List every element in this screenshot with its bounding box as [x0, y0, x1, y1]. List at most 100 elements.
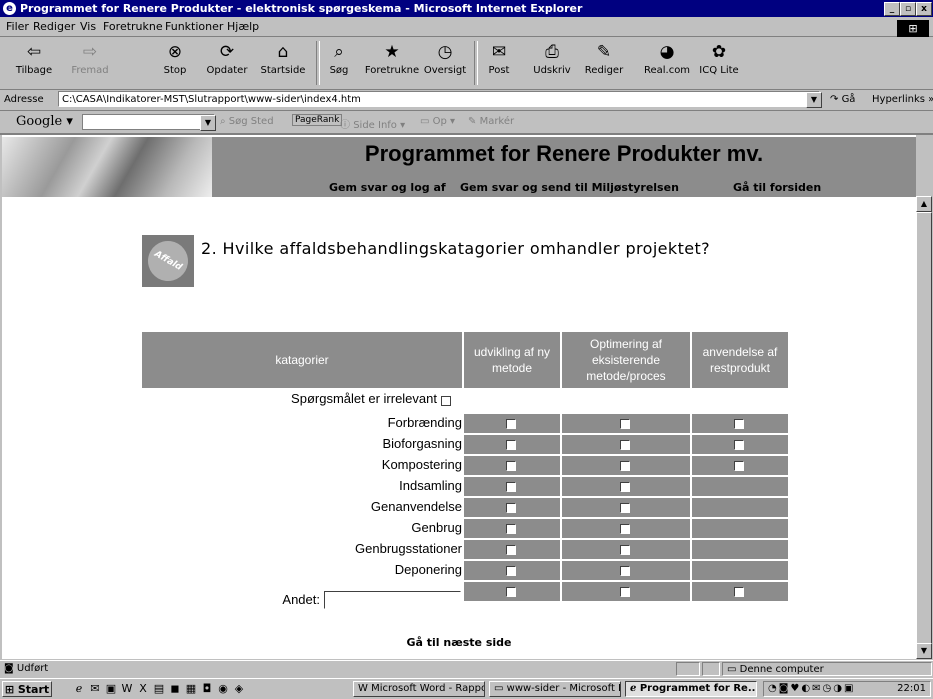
menu-rediger[interactable]: Rediger [33, 20, 75, 33]
stop-icon: ⊗ [167, 42, 183, 62]
row-1-checkbox-2[interactable] [620, 419, 630, 429]
row-6-checkbox-2[interactable] [620, 524, 630, 534]
other-text-input[interactable] [324, 591, 461, 609]
highlight-button[interactable]: ✎ Markér [468, 116, 514, 127]
next-page-link[interactable]: Gå til næste side [2, 636, 916, 649]
google-toolbar: Google ▾ ▼ ⌕ Søg Sted PageRank ⓘ Side In… [0, 111, 933, 135]
row-5-checkbox-1[interactable] [506, 503, 516, 513]
icq-icon: ✿ [711, 42, 727, 62]
search-button[interactable]: ⌕ Søg [322, 39, 356, 87]
row-7-checkbox-2[interactable] [620, 545, 630, 555]
start-button[interactable]: ⊞ Start [2, 681, 52, 697]
realcom-button[interactable]: ◕ Real.com [642, 39, 692, 87]
site-title: Programmet for Renere Produkter mv. [364, 141, 764, 166]
maximize-button[interactable]: ▫ [900, 2, 916, 16]
menu-filer[interactable]: Filer [6, 20, 29, 33]
up-button[interactable]: ▭ Op ▾ [420, 116, 455, 127]
scroll-up-button[interactable]: ▲ [916, 196, 932, 212]
word-quicklaunch-icon[interactable]: W [120, 682, 134, 696]
google-search-dropdown[interactable]: ▼ [200, 115, 216, 131]
edit-button-label: Rediger [584, 65, 624, 76]
nav-save-logout-link[interactable]: Gem svar og log af [329, 181, 446, 194]
back-button[interactable]: ⇦ Tilbage [12, 39, 56, 87]
forward-button[interactable]: ⇨ Fremad [70, 39, 110, 87]
task-ie-active[interactable]: ℯ Programmet for Re... [625, 681, 757, 697]
google-logo[interactable]: Google ▾ [16, 114, 73, 129]
row-4-cell-1 [464, 477, 560, 496]
row-2-checkbox-1[interactable] [506, 440, 516, 450]
favorites-button[interactable]: ★ Foretrukne [362, 39, 422, 87]
row-8-cell-3 [692, 561, 788, 580]
ie-quicklaunch-icon[interactable]: ℯ [72, 682, 86, 696]
nav-save-send-link[interactable]: Gem svar og send til Miljøstyrelsen [460, 181, 679, 194]
edit-button[interactable]: ✎ Rediger [582, 39, 626, 87]
window-title-bar[interactable]: e Programmet for Renere Produkter - elek… [0, 0, 933, 17]
menu-foretrukne[interactable]: Foretrukne [103, 20, 163, 33]
excel-quicklaunch-icon[interactable]: X [136, 682, 150, 696]
close-button[interactable]: x [916, 2, 932, 16]
row-4-checkbox-2[interactable] [620, 482, 630, 492]
home-button[interactable]: ⌂ Startside [258, 39, 308, 87]
row-3-checkbox-1[interactable] [506, 461, 516, 471]
stop-button[interactable]: ⊗ Stop [158, 39, 192, 87]
minimize-button[interactable]: _ [884, 2, 900, 16]
nav-frontpage-link[interactable]: Gå til forsiden [733, 181, 821, 194]
row-other-checkbox-1[interactable] [506, 587, 516, 597]
row-2-checkbox-3[interactable] [734, 440, 744, 450]
task-word[interactable]: W Microsoft Word - Rappo... [353, 681, 485, 697]
desktop-quicklaunch-icon[interactable]: ▣ [104, 682, 118, 696]
row-5-checkbox-2[interactable] [620, 503, 630, 513]
header-categories: katagorier [142, 332, 462, 388]
address-input[interactable]: C:\CASA\Indikatorer-MST\Slutrapport\www-… [58, 91, 820, 107]
row-3-checkbox-2[interactable] [620, 461, 630, 471]
row-6-checkbox-1[interactable] [506, 524, 516, 534]
start-button-label: Start [17, 683, 50, 696]
app-quicklaunch-icon[interactable]: ▤ [152, 682, 166, 696]
irrelevant-checkbox[interactable] [441, 396, 451, 406]
tray-icons[interactable]: ◔◙♥◐✉◷◑▣ [768, 682, 855, 696]
row-3-cell-2 [562, 456, 690, 475]
outlook-quicklaunch-icon[interactable]: ✉ [88, 682, 102, 696]
row-8-checkbox-1[interactable] [506, 566, 516, 576]
row-1-checkbox-3[interactable] [734, 419, 744, 429]
menu-vis[interactable]: Vis [80, 20, 96, 33]
row-7-cell-1 [464, 540, 560, 559]
row-2-checkbox-2[interactable] [620, 440, 630, 450]
app-quicklaunch-icon[interactable]: ◼ [168, 682, 182, 696]
mail-button[interactable]: ✉ Post [482, 39, 516, 87]
links-button[interactable]: Hyperlinks » [872, 94, 933, 105]
refresh-button-label: Opdater [206, 65, 248, 76]
row-4-checkbox-1[interactable] [506, 482, 516, 492]
app-quicklaunch-icon[interactable]: ◈ [232, 682, 246, 696]
row-1-checkbox-1[interactable] [506, 419, 516, 429]
page-info-label: Side Info [353, 120, 397, 131]
row-other-checkbox-3[interactable] [734, 587, 744, 597]
home-icon: ⌂ [277, 42, 289, 62]
print-icon: ⎙ [545, 42, 559, 62]
go-button[interactable]: ↷ Gå [830, 94, 855, 105]
page-info-button[interactable]: ⓘ Side Info ▾ [340, 116, 405, 131]
google-search-site-button[interactable]: ⌕ Søg Sted [220, 116, 274, 127]
row-other-checkbox-2[interactable] [620, 587, 630, 597]
scroll-thumb[interactable] [916, 212, 932, 644]
app-quicklaunch-icon[interactable]: ▦ [184, 682, 198, 696]
task-explorer[interactable]: ▭ www-sider - Microsoft In... [489, 681, 621, 697]
menu-hjaelp[interactable]: Hjælp [227, 20, 259, 33]
app-quicklaunch-icon[interactable]: ◉ [216, 682, 230, 696]
history-button[interactable]: ◷ Oversigt [422, 39, 468, 87]
row-3-checkbox-3[interactable] [734, 461, 744, 471]
forward-button-label: Fremad [71, 65, 109, 76]
row-8-checkbox-2[interactable] [620, 566, 630, 576]
app-quicklaunch-icon[interactable]: ◘ [200, 682, 214, 696]
scroll-down-button[interactable]: ▼ [916, 643, 932, 659]
back-arrow-icon: ⇦ [26, 42, 42, 62]
refresh-button[interactable]: ⟳ Opdater [205, 39, 249, 87]
icq-button[interactable]: ✿ ICQ Lite [696, 39, 742, 87]
history-button-label: Oversigt [423, 65, 467, 76]
google-search-input[interactable] [82, 114, 214, 130]
address-dropdown-button[interactable]: ▼ [806, 92, 822, 108]
vertical-scrollbar[interactable]: ▲ ▼ [916, 196, 932, 659]
row-7-checkbox-1[interactable] [506, 545, 516, 555]
menu-funktioner[interactable]: Funktioner [165, 20, 223, 33]
print-button[interactable]: ⎙ Udskriv [530, 39, 574, 87]
